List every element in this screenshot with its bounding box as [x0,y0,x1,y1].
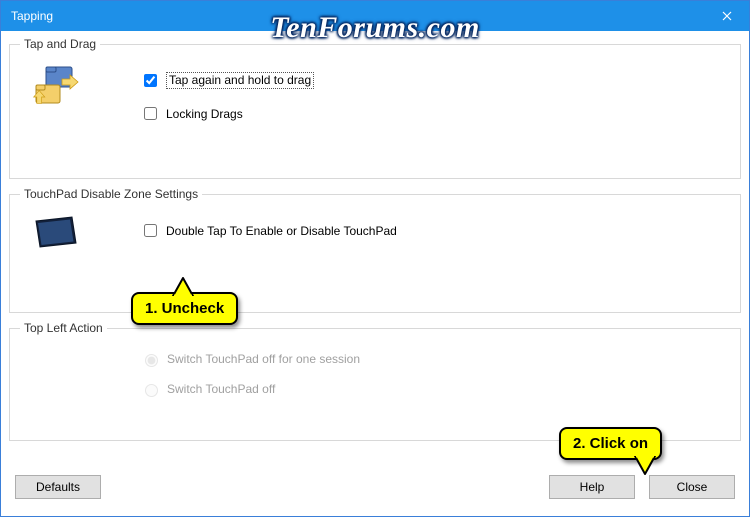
tap-drag-icon [32,65,82,111]
window-close-button[interactable] [704,1,749,31]
option-tap-again-hold[interactable]: Tap again and hold to drag [140,71,730,90]
option-locking-drags[interactable]: Locking Drags [140,104,730,123]
radio-switch-off [145,384,158,397]
group-legend: Top Left Action [20,321,107,335]
help-button[interactable]: Help [549,475,635,499]
callout-text: 2. Click on [573,435,648,452]
close-button[interactable]: Close [649,475,735,499]
group-tap-and-drag: Tap and Drag Tap again and hold to drag [9,37,741,179]
window-title: Tapping [11,9,53,23]
callout-click-on: 2. Click on [559,427,662,460]
label-locking-drags: Locking Drags [166,107,243,121]
group-legend: TouchPad Disable Zone Settings [20,187,202,201]
option-double-tap-toggle[interactable]: Double Tap To Enable or Disable TouchPad [140,221,730,240]
label-switch-off-session: Switch TouchPad off for one session [167,352,360,366]
group-disable-zone: TouchPad Disable Zone Settings Double Ta… [9,187,741,313]
touchpad-icon [32,215,80,251]
option-switch-off: Switch TouchPad off [140,381,730,397]
group-legend: Tap and Drag [20,37,100,51]
title-bar: Tapping [1,1,749,31]
label-tap-again-hold: Tap again and hold to drag [166,72,314,89]
defaults-button[interactable]: Defaults [15,475,101,499]
option-switch-off-session: Switch TouchPad off for one session [140,351,730,367]
callout-tail-icon [171,276,195,296]
radio-switch-off-session [145,354,158,367]
callout-uncheck: 1. Uncheck [131,292,238,325]
checkbox-double-tap-toggle[interactable] [144,224,157,237]
dialog-content: Tap and Drag Tap again and hold to drag [1,31,749,457]
callout-tail-icon [633,456,657,476]
label-switch-off: Switch TouchPad off [167,382,275,396]
group-top-left-action: Top Left Action Switch TouchPad off for … [9,321,741,441]
checkbox-tap-again-hold[interactable] [144,74,157,87]
checkbox-locking-drags[interactable] [144,107,157,120]
label-double-tap-toggle: Double Tap To Enable or Disable TouchPad [166,224,397,238]
callout-text: 1. Uncheck [145,300,224,317]
close-icon [722,11,732,21]
